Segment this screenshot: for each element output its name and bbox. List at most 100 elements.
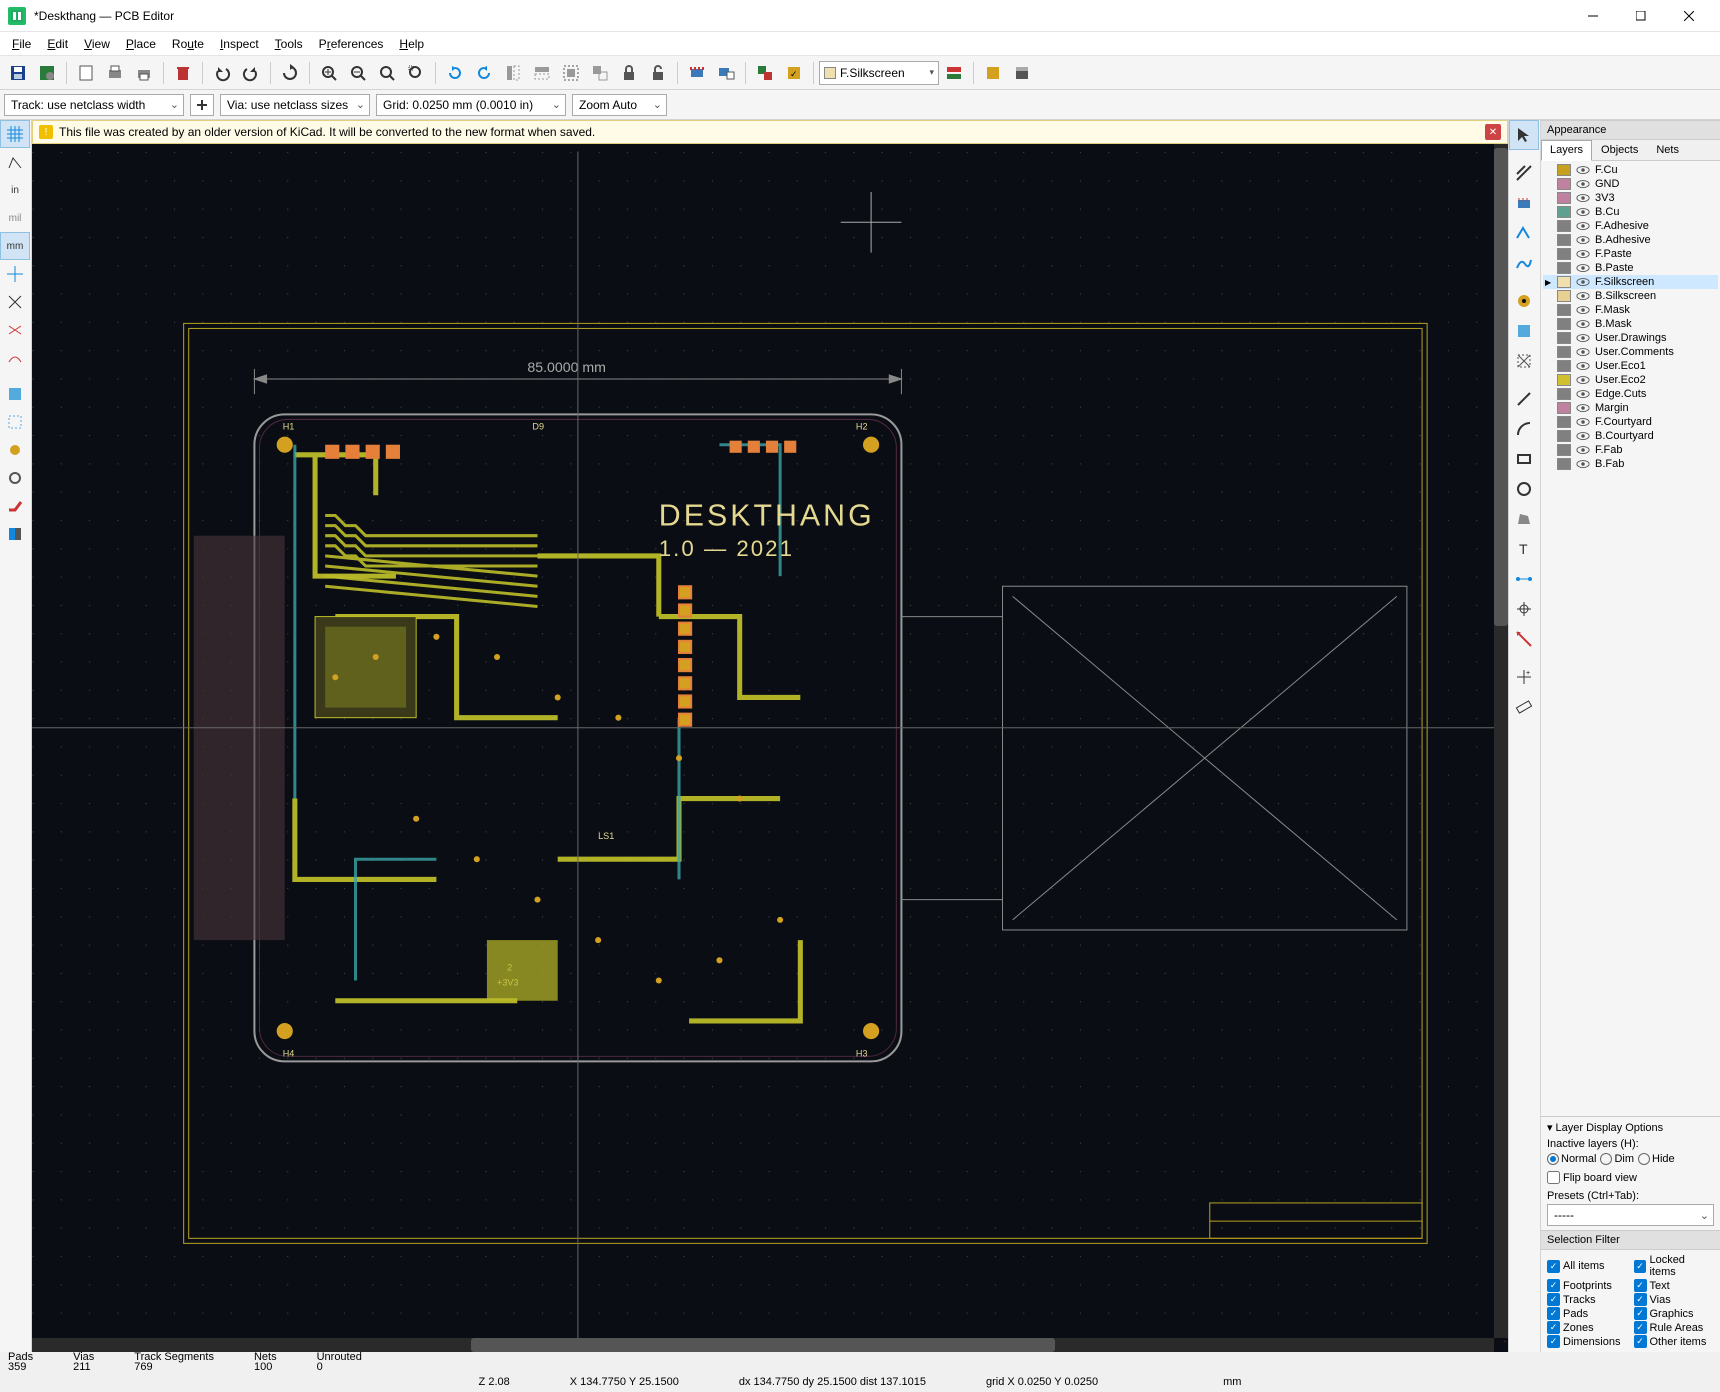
info-close-button[interactable]: ✕ xyxy=(1485,124,1501,140)
layer-swatch[interactable] xyxy=(1557,318,1571,330)
draw-line-icon[interactable] xyxy=(1509,384,1539,414)
via-size-combo[interactable]: Via: use netclass sizes xyxy=(220,94,370,116)
layer-visibility-icon[interactable] xyxy=(1575,304,1591,316)
mirror-v-icon[interactable] xyxy=(499,59,527,87)
unlock-icon[interactable] xyxy=(644,59,672,87)
page-settings-icon[interactable] xyxy=(72,59,100,87)
layer-visibility-icon[interactable] xyxy=(1575,164,1591,176)
contrast-icon[interactable] xyxy=(0,520,30,548)
ratsnest-toggle-icon[interactable] xyxy=(0,316,30,344)
pcb-canvas[interactable]: ! This file was created by an older vers… xyxy=(32,120,1508,1352)
tab-nets[interactable]: Nets xyxy=(1647,140,1688,160)
layer-row-f-silkscreen[interactable]: ▶F.Silkscreen xyxy=(1543,275,1718,289)
curved-ratsnest-icon[interactable] xyxy=(0,344,30,372)
layer-row-b-cu[interactable]: B.Cu xyxy=(1543,205,1718,219)
rotate-ccw-icon[interactable] xyxy=(441,59,469,87)
filter-tracks[interactable]: ✓Tracks xyxy=(1547,1293,1628,1306)
zone-outline-icon[interactable] xyxy=(0,408,30,436)
ruler-icon[interactable] xyxy=(1509,692,1539,722)
layer-row-b-paste[interactable]: B.Paste xyxy=(1543,261,1718,275)
drc-icon[interactable]: ✓ xyxy=(780,59,808,87)
tab-layers[interactable]: Layers xyxy=(1541,140,1592,161)
route-track-icon[interactable] xyxy=(1509,248,1539,278)
filter-locked-items[interactable]: ✓Locked items xyxy=(1634,1254,1715,1278)
layer-row-user-eco2[interactable]: User.Eco2 xyxy=(1543,373,1718,387)
highlight-net-icon[interactable] xyxy=(1509,158,1539,188)
layer-swatch[interactable] xyxy=(1557,360,1571,372)
layer-visibility-icon[interactable] xyxy=(1575,416,1591,428)
filter-graphics[interactable]: ✓Graphics xyxy=(1634,1307,1715,1320)
layer-swatch[interactable] xyxy=(1557,248,1571,260)
add-via-icon[interactable] xyxy=(1509,286,1539,316)
draw-poly-icon[interactable] xyxy=(1509,504,1539,534)
radio-dim[interactable]: Dim xyxy=(1600,1153,1634,1165)
zoom-fit-icon[interactable] xyxy=(373,59,401,87)
track-edit-button[interactable] xyxy=(190,94,214,116)
layer-visibility-icon[interactable] xyxy=(1575,192,1591,204)
layer-row-b-adhesive[interactable]: B.Adhesive xyxy=(1543,233,1718,247)
layer-visibility-icon[interactable] xyxy=(1575,458,1591,470)
layer-visibility-icon[interactable] xyxy=(1575,220,1591,232)
layer-visibility-icon[interactable] xyxy=(1575,374,1591,386)
layer-row-user-drawings[interactable]: User.Drawings xyxy=(1543,331,1718,345)
board-setup-icon[interactable] xyxy=(33,59,61,87)
footprint-browse-icon[interactable] xyxy=(712,59,740,87)
menu-place[interactable]: Place xyxy=(118,34,164,54)
ungroup-icon[interactable] xyxy=(586,59,614,87)
polar-coords-icon[interactable] xyxy=(0,148,30,176)
set-origin-icon[interactable] xyxy=(1509,594,1539,624)
presets-combo[interactable]: ----- xyxy=(1547,1204,1714,1226)
active-layer-combo[interactable]: F.Silkscreen xyxy=(819,61,939,85)
add-dimension-icon[interactable] xyxy=(1509,564,1539,594)
layer-visibility-icon[interactable] xyxy=(1575,402,1591,414)
filter-other-items[interactable]: ✓Other items xyxy=(1634,1335,1715,1348)
grid-combo[interactable]: Grid: 0.0250 mm (0.0010 in) xyxy=(376,94,566,116)
zoom-selection-icon[interactable] xyxy=(402,59,430,87)
layer-swatch[interactable] xyxy=(1557,290,1571,302)
layer-row-f-fab[interactable]: F.Fab xyxy=(1543,443,1718,457)
layer-row-gnd[interactable]: GND xyxy=(1543,177,1718,191)
filter-vias[interactable]: ✓Vias xyxy=(1634,1293,1715,1306)
grid-toggle-icon[interactable] xyxy=(0,120,30,148)
full-cursor-icon[interactable] xyxy=(0,260,30,288)
layer-visibility-icon[interactable] xyxy=(1575,290,1591,302)
canvas-scrollbar-horizontal[interactable] xyxy=(32,1338,1494,1352)
zoom-out-icon[interactable] xyxy=(344,59,372,87)
refresh-icon[interactable] xyxy=(276,59,304,87)
trash-icon[interactable] xyxy=(169,59,197,87)
layer-swatch[interactable] xyxy=(1557,206,1571,218)
draw-rect-icon[interactable] xyxy=(1509,444,1539,474)
layer-swatch[interactable] xyxy=(1557,234,1571,246)
layer-row-f-cu[interactable]: F.Cu xyxy=(1543,163,1718,177)
scripting-icon[interactable] xyxy=(979,59,1007,87)
add-text-icon[interactable]: T xyxy=(1509,534,1539,564)
layer-display-title[interactable]: ▾ Layer Display Options xyxy=(1547,1121,1714,1134)
layer-row-edge-cuts[interactable]: Edge.Cuts xyxy=(1543,387,1718,401)
track-width-combo[interactable]: Track: use netclass width xyxy=(4,94,184,116)
appearance-toggle-icon[interactable] xyxy=(1008,59,1036,87)
filter-all-items[interactable]: ✓All items xyxy=(1547,1254,1628,1278)
undo-icon[interactable] xyxy=(208,59,236,87)
layer-swatch[interactable] xyxy=(1557,444,1571,456)
layer-pair-icon[interactable] xyxy=(940,59,968,87)
layer-visibility-icon[interactable] xyxy=(1575,360,1591,372)
filter-pads[interactable]: ✓Pads xyxy=(1547,1307,1628,1320)
draw-arc-icon[interactable] xyxy=(1509,414,1539,444)
add-zone-icon[interactable] xyxy=(1509,316,1539,346)
filter-rule-areas[interactable]: ✓Rule Areas xyxy=(1634,1321,1715,1334)
radio-normal[interactable]: Normal xyxy=(1547,1153,1596,1165)
layer-visibility-icon[interactable] xyxy=(1575,276,1591,288)
layer-row-b-courtyard[interactable]: B.Courtyard xyxy=(1543,429,1718,443)
layer-swatch[interactable] xyxy=(1557,430,1571,442)
menu-edit[interactable]: Edit xyxy=(39,34,76,54)
group-icon[interactable] xyxy=(557,59,585,87)
add-footprint-icon[interactable] xyxy=(1509,218,1539,248)
zoom-in-icon[interactable] xyxy=(315,59,343,87)
select-tool-icon[interactable] xyxy=(1509,120,1539,150)
save-icon[interactable] xyxy=(4,59,32,87)
layer-row-b-silkscreen[interactable]: B.Silkscreen xyxy=(1543,289,1718,303)
45deg-icon[interactable] xyxy=(0,288,30,316)
zoom-combo[interactable]: Zoom Auto xyxy=(572,94,667,116)
tab-objects[interactable]: Objects xyxy=(1592,140,1647,160)
layer-swatch[interactable] xyxy=(1557,178,1571,190)
